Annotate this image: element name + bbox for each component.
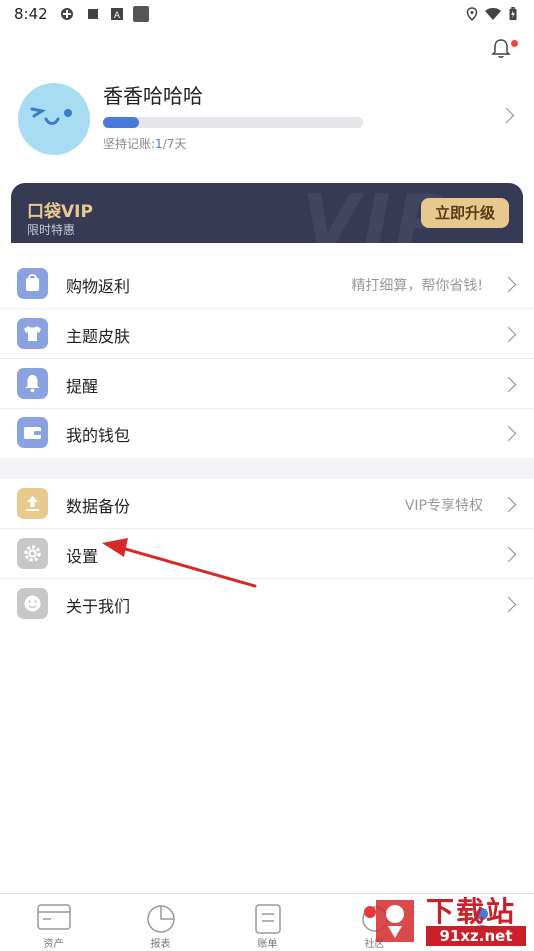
tab-assets[interactable]: 资产: [0, 894, 107, 951]
annotation-arrow: [102, 538, 257, 588]
pie-chart-icon: [146, 905, 175, 933]
watermark-url: 91xz.net: [426, 926, 526, 946]
watermark-logo-icon: [376, 900, 414, 942]
tab-reports[interactable]: 报表: [107, 894, 214, 951]
tab-label: 报表: [150, 939, 171, 950]
tab-bills[interactable]: 账单: [214, 894, 321, 951]
card-icon: [36, 904, 71, 930]
document-icon: [254, 904, 281, 934]
watermark-brand: 下载站: [426, 895, 517, 928]
site-watermark: 下载站 91xz.net: [368, 888, 528, 950]
tab-label: 资产: [43, 939, 64, 950]
tab-label: 账单: [257, 939, 278, 950]
